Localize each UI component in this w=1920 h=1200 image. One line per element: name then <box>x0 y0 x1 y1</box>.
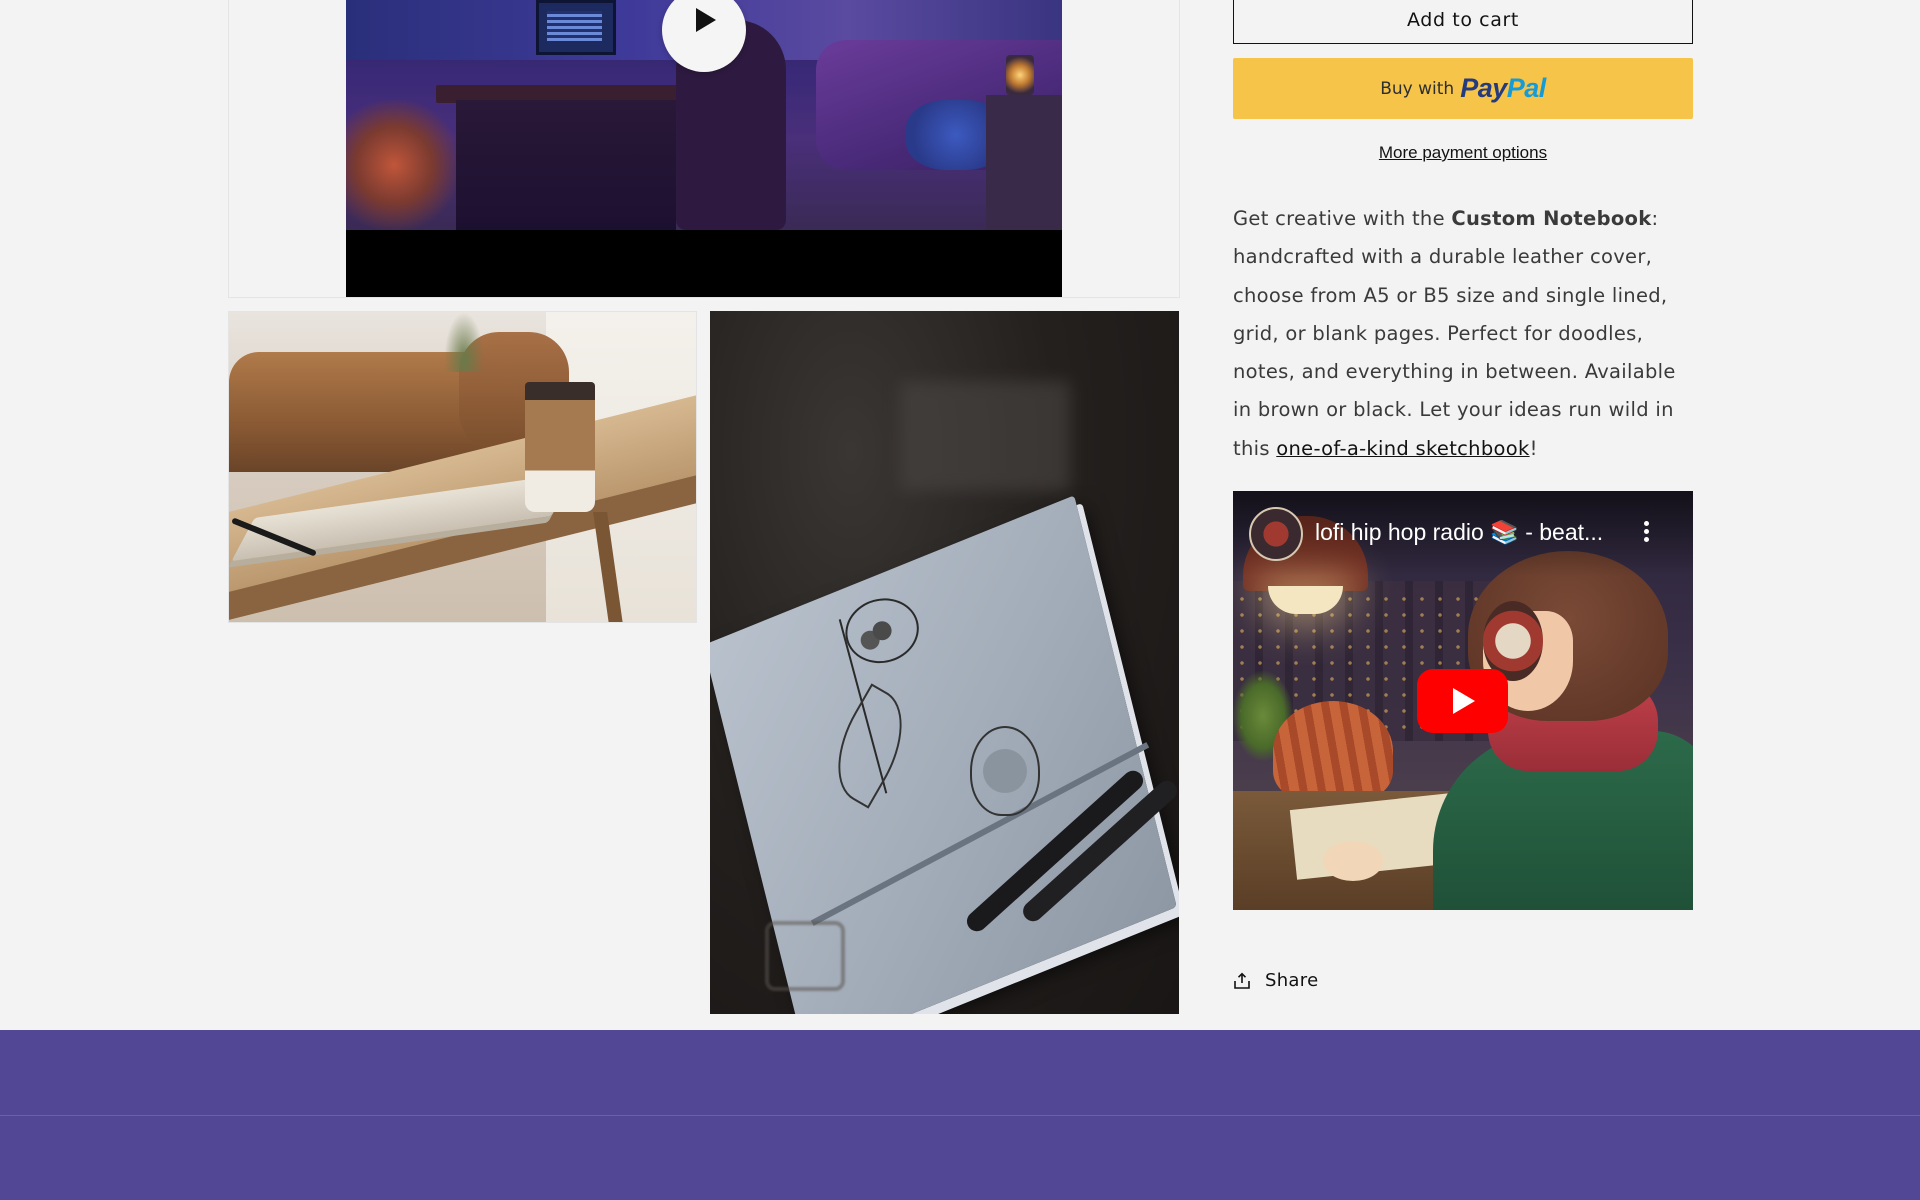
paypal-prefix: Buy with <box>1380 78 1455 99</box>
product-image-sketchbook[interactable] <box>710 311 1179 1014</box>
sketchbook-link[interactable]: one-of-a-kind sketchbook <box>1276 437 1529 460</box>
share-button[interactable]: Share <box>1233 970 1318 991</box>
product-video[interactable] <box>228 0 1180 298</box>
more-payment-options-link[interactable]: More payment options <box>1233 143 1693 163</box>
paypal-button[interactable]: Buy with PayPal <box>1233 58 1693 119</box>
footer-divider <box>0 1115 1920 1116</box>
video-thumbnail <box>346 0 1062 297</box>
youtube-embed[interactable]: lofi hip hop radio 📚 - beat... <box>1233 491 1693 910</box>
paypal-logo: PayPal <box>1460 73 1546 103</box>
video-title[interactable]: lofi hip hop radio 📚 - beat... <box>1315 519 1625 546</box>
more-vertical-icon[interactable] <box>1641 521 1651 545</box>
product-name: Custom Notebook <box>1451 207 1652 230</box>
share-icon <box>1234 972 1250 989</box>
product-description: Get creative with the Custom Notebook: h… <box>1233 207 1676 460</box>
youtube-play-icon[interactable] <box>1417 669 1508 733</box>
footer <box>0 1030 1920 1200</box>
share-label: Share <box>1265 970 1319 991</box>
channel-avatar[interactable] <box>1249 507 1303 561</box>
product-image-notebook-coffee[interactable] <box>228 311 697 623</box>
add-to-cart-button[interactable]: Add to cart <box>1233 0 1693 44</box>
